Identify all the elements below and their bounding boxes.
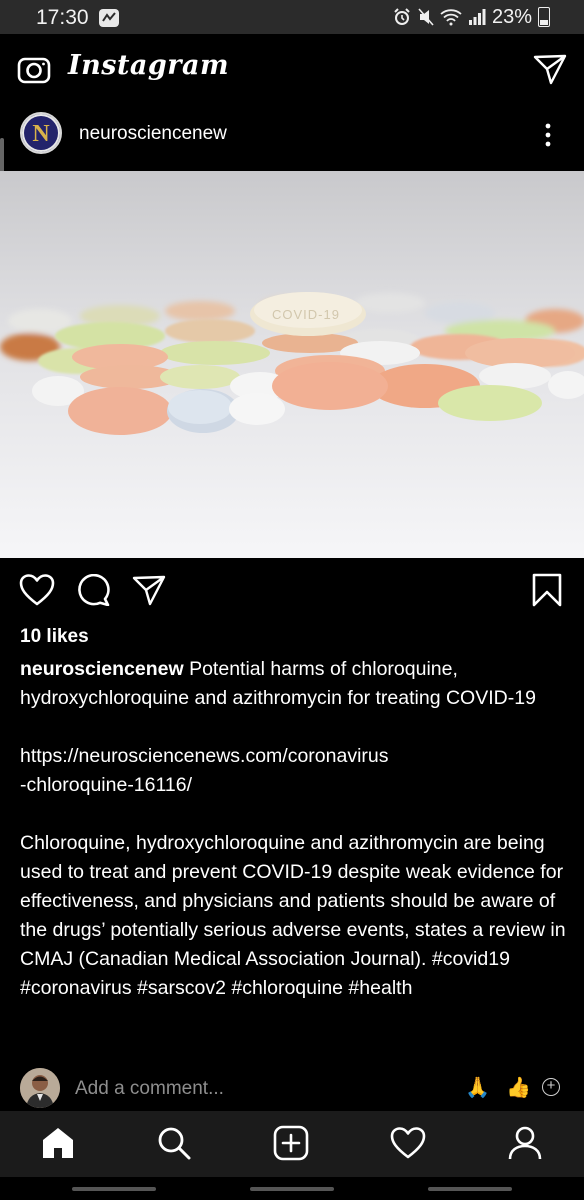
pill-imprint: COVID-19 — [272, 307, 340, 322]
account-avatar[interactable]: N — [20, 112, 62, 154]
system-home-indicator[interactable] — [250, 1187, 334, 1191]
paper-plane-icon[interactable] — [533, 53, 567, 85]
my-avatar — [20, 1068, 60, 1108]
search-icon[interactable] — [156, 1125, 192, 1161]
status-bar: 17:30 23% — [0, 0, 584, 34]
camera-icon[interactable] — [17, 54, 51, 84]
quick-emoji-pray[interactable]: 🙏 — [465, 1077, 490, 1099]
wifi-icon — [440, 9, 462, 26]
caption-text: Potential harms of chloroquine, hydroxyc… — [20, 658, 566, 999]
avatar-initials: N — [32, 121, 50, 147]
mute-icon — [418, 8, 434, 26]
post-actions — [0, 558, 584, 622]
battery-percent: 23% — [491, 5, 532, 28]
system-recent-indicator[interactable] — [72, 1187, 156, 1191]
profile-icon[interactable] — [507, 1125, 543, 1161]
system-back-indicator[interactable] — [428, 1187, 512, 1191]
app-brand-logo: Instagram — [68, 50, 230, 81]
home-icon[interactable] — [40, 1125, 76, 1161]
like-heart-icon[interactable] — [19, 574, 55, 606]
comment-input[interactable]: Add a comment... — [75, 1078, 224, 1100]
more-options-icon[interactable] — [541, 122, 555, 148]
add-post-icon[interactable] — [273, 1125, 309, 1161]
alarm-icon — [394, 8, 410, 25]
activity-heart-icon[interactable] — [390, 1125, 426, 1161]
comment-bubble-icon[interactable] — [77, 574, 111, 606]
post-caption: neurosciencenew Potential harms of chlor… — [20, 655, 568, 1003]
caption-username[interactable]: neurosciencenew — [20, 658, 184, 680]
share-paper-plane-icon[interactable] — [132, 574, 166, 606]
quick-emoji-thumbs-up[interactable]: 👍 — [506, 1077, 531, 1099]
bookmark-icon[interactable] — [531, 573, 563, 607]
signal-icon — [468, 9, 486, 25]
status-time: 17:30 — [36, 6, 89, 29]
app-header: Instagram — [0, 34, 584, 104]
status-icons: 23% — [392, 5, 550, 29]
add-emoji-icon[interactable]: + — [542, 1078, 560, 1096]
post-username[interactable]: neurosciencenew — [79, 123, 227, 145]
post-photo[interactable]: COVID-19 — [0, 171, 584, 558]
likes-count[interactable]: 10 likes — [20, 626, 89, 648]
battery-icon — [538, 7, 550, 27]
notification-icon — [99, 9, 119, 27]
